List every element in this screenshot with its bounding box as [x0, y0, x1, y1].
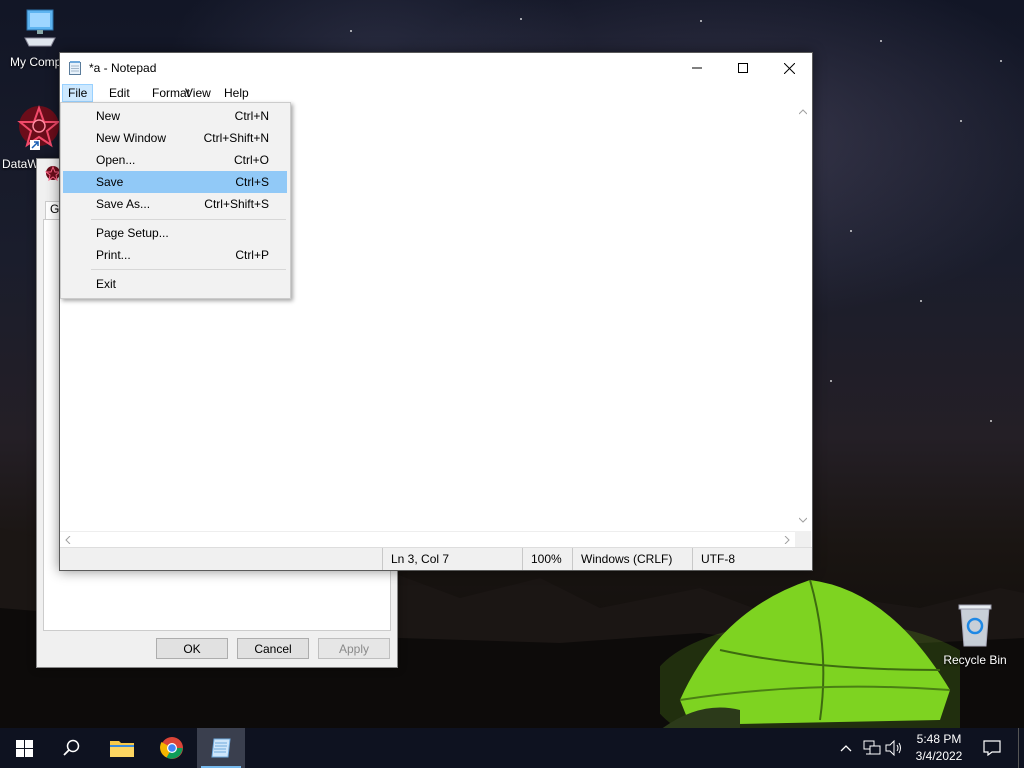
status-line-ending: Windows (CRLF)	[572, 548, 692, 570]
status-zoom: 100%	[522, 548, 572, 570]
dataw-app-icon	[17, 105, 61, 150]
minimize-icon	[692, 67, 702, 69]
menu-item-shortcut: Ctrl+P	[235, 248, 269, 262]
desktop-icon-recycle-bin[interactable]: Recycle Bin	[936, 602, 1014, 667]
scroll-up-arrow-icon[interactable]	[799, 109, 807, 115]
menu-item-label: New Window	[96, 131, 167, 145]
menu-item-shortcut: Ctrl+S	[235, 175, 269, 189]
menu-item-label: Open...	[96, 153, 136, 167]
taskbar-chrome[interactable]	[148, 728, 196, 768]
close-button[interactable]	[766, 53, 812, 83]
notepad-icon	[69, 61, 81, 75]
menu-item-new[interactable]: New Ctrl+N	[63, 105, 287, 127]
glowing-tent-image	[660, 579, 960, 728]
menu-item-open[interactable]: Open... Ctrl+O	[63, 149, 287, 171]
horizontal-scrollbar[interactable]	[60, 531, 795, 548]
minimize-button[interactable]	[674, 53, 720, 83]
menu-help[interactable]: Help	[219, 84, 254, 102]
menu-item-shortcut: Ctrl+Shift+N	[203, 131, 269, 145]
menu-item-exit[interactable]: Exit	[63, 273, 287, 295]
windows-logo-icon	[15, 739, 33, 757]
status-encoding: UTF-8	[692, 548, 812, 570]
chrome-icon	[160, 737, 183, 759]
show-desktop-button[interactable]	[1018, 728, 1024, 768]
recycle-bin-icon	[958, 604, 992, 647]
notification-center-icon[interactable]	[980, 738, 1004, 758]
menu-item-shortcut: Ctrl+N	[234, 109, 269, 123]
title-bar[interactable]: *a - Notepad	[60, 53, 812, 83]
apply-button[interactable]: Apply	[318, 638, 390, 659]
maximize-button[interactable]	[720, 53, 766, 83]
close-icon	[783, 62, 795, 74]
menu-item-label: Exit	[96, 277, 117, 291]
taskbar-notepad[interactable]	[197, 728, 245, 768]
menu-item-shortcut: Ctrl+Shift+S	[204, 197, 269, 211]
scroll-left-arrow-icon[interactable]	[65, 536, 71, 544]
computer-icon	[24, 9, 56, 47]
menu-item-label: Save As...	[96, 197, 151, 211]
cancel-button[interactable]: Cancel	[237, 638, 309, 659]
taskbar: 5:48 PM 3/4/2022	[0, 728, 1024, 768]
volume-icon[interactable]	[884, 738, 904, 758]
taskbar-file-explorer[interactable]	[98, 728, 146, 768]
menu-item-label: Page Setup...	[96, 226, 169, 240]
folder-icon	[110, 741, 134, 757]
menu-item-label: Print...	[96, 248, 131, 262]
show-hidden-icons-chevron-icon[interactable]	[838, 738, 854, 758]
status-cursor-position: Ln 3, Col 7	[382, 548, 522, 570]
desktop-icon-label: Recycle Bin	[943, 653, 1007, 667]
file-menu-dropdown: New Ctrl+N New Window Ctrl+Shift+N Open.…	[60, 102, 291, 299]
menu-item-label: Save	[96, 175, 124, 189]
menu-item-save[interactable]: Save Ctrl+S	[63, 171, 287, 193]
menu-separator	[91, 219, 286, 220]
search-button[interactable]	[48, 728, 96, 768]
menu-item-print[interactable]: Print... Ctrl+P	[63, 244, 287, 266]
clock-time: 5:48 PM	[916, 732, 962, 746]
menu-item-label: New	[96, 109, 121, 123]
menu-separator	[91, 269, 286, 270]
scroll-down-arrow-icon[interactable]	[799, 517, 807, 523]
window-title: *a - Notepad	[89, 61, 157, 75]
system-clock[interactable]: 5:48 PM 3/4/2022	[906, 731, 972, 765]
menu-item-shortcut: Ctrl+O	[233, 153, 269, 167]
menu-file[interactable]: File	[62, 84, 94, 102]
notepad-icon	[211, 738, 231, 758]
menu-item-page-setup[interactable]: Page Setup...	[63, 222, 287, 244]
scrollbar-corner	[795, 531, 811, 547]
clock-date: 3/4/2022	[915, 749, 963, 763]
status-bar: Ln 3, Col 7 100% Windows (CRLF) UTF-8	[60, 547, 812, 570]
menu-view[interactable]: View	[180, 84, 216, 102]
network-icon[interactable]	[862, 738, 882, 758]
ok-button[interactable]: OK	[156, 638, 228, 659]
menu-edit[interactable]: Edit	[104, 84, 135, 102]
start-button[interactable]	[0, 728, 48, 768]
maximize-icon	[738, 63, 748, 73]
menu-item-new-window[interactable]: New Window Ctrl+Shift+N	[63, 127, 287, 149]
search-icon	[63, 739, 80, 756]
menu-item-save-as[interactable]: Save As... Ctrl+Shift+S	[63, 193, 287, 215]
scroll-right-arrow-icon[interactable]	[784, 536, 790, 544]
vertical-scrollbar[interactable]	[795, 103, 811, 531]
menu-bar: File Edit Format View Help	[60, 83, 812, 103]
